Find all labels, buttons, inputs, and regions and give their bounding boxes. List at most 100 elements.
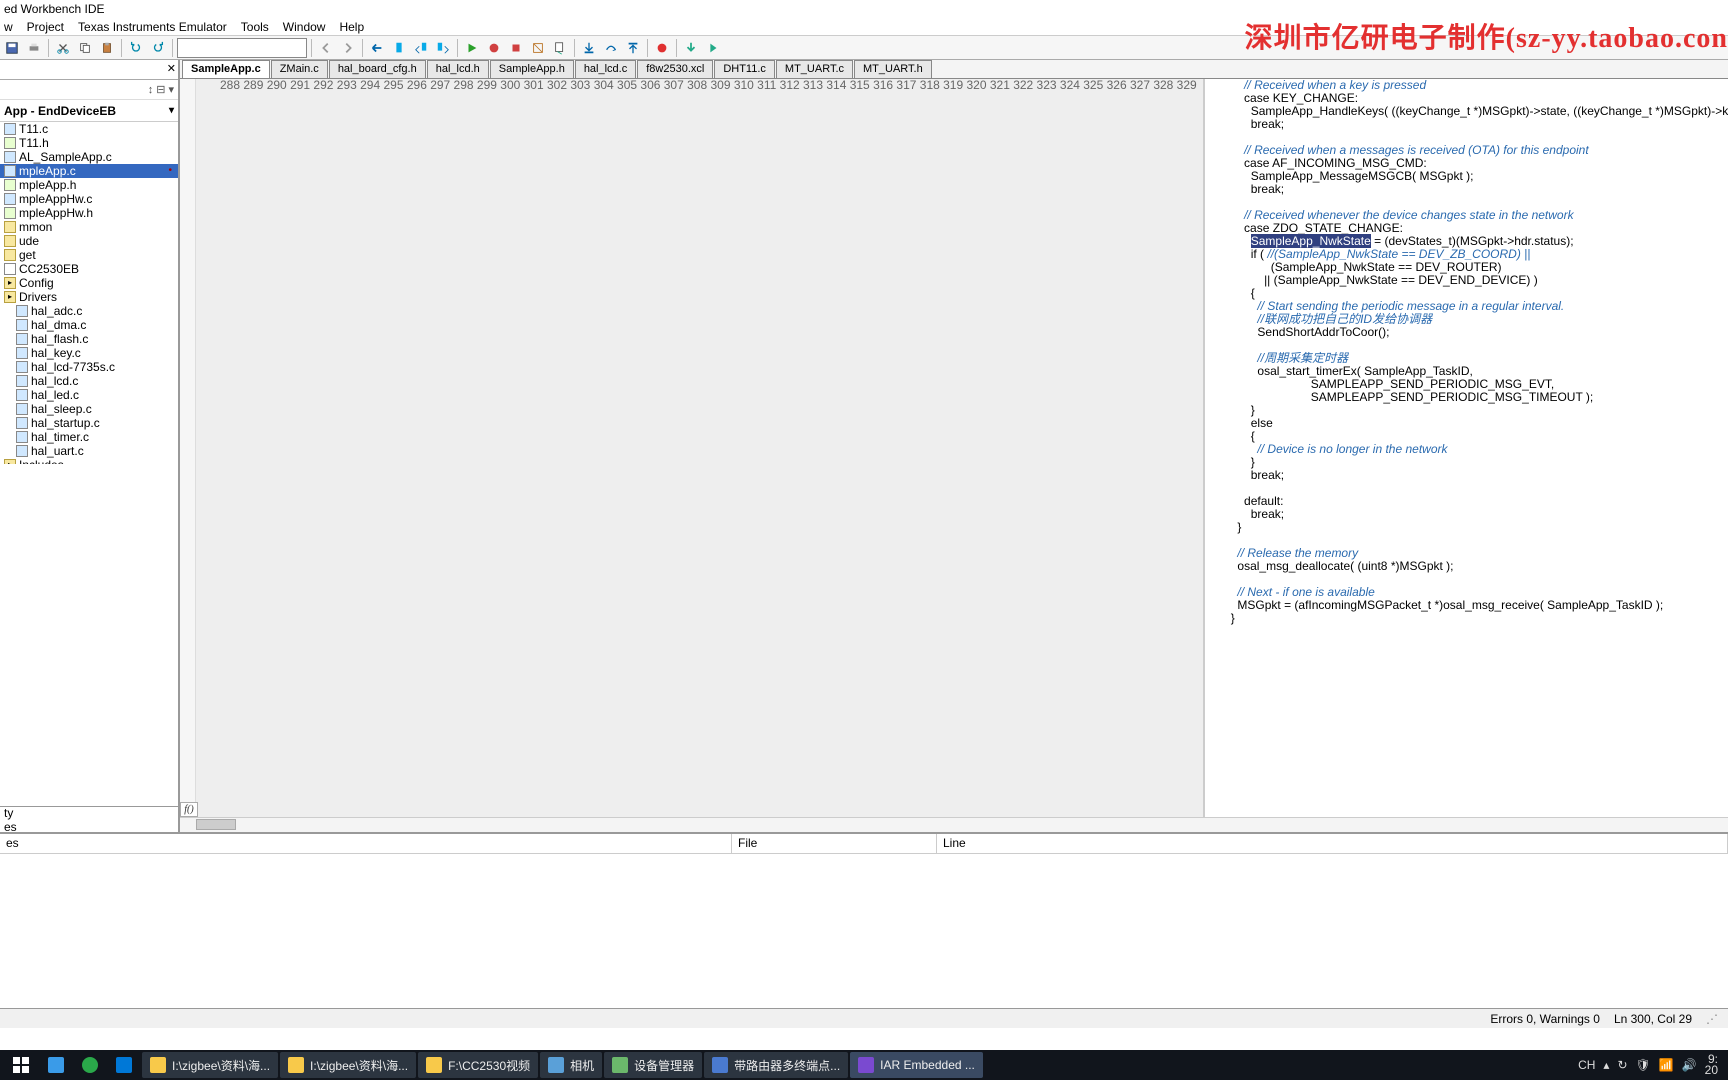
undo-button[interactable] [126, 38, 146, 58]
tray-vol-icon[interactable]: 🔊 [1682, 1058, 1697, 1072]
step-out-button[interactable] [623, 38, 643, 58]
debug-stop-button[interactable] [506, 38, 526, 58]
taskbar-pinned-2[interactable] [74, 1052, 106, 1078]
make-button[interactable] [528, 38, 548, 58]
taskbar-app[interactable]: F:\CC2530视频 [418, 1052, 538, 1078]
download-button[interactable] [681, 38, 701, 58]
tree-item[interactable]: mpleApp.c• [0, 164, 178, 178]
editor-tab[interactable]: f8w2530.xcl [637, 60, 713, 78]
save-button[interactable] [2, 38, 22, 58]
taskbar-pinned-1[interactable] [40, 1052, 72, 1078]
nav-back-button[interactable] [367, 38, 387, 58]
tree-item[interactable]: hal_startup.c [0, 416, 178, 430]
editor-tab[interactable]: SampleApp.c [182, 60, 270, 78]
tree-item[interactable]: T11.h [0, 136, 178, 150]
code-editor[interactable]: 288 289 290 291 292 293 294 295 296 297 … [180, 79, 1728, 817]
debug-go-button[interactable] [462, 38, 482, 58]
editor-tab[interactable]: ZMain.c [271, 60, 328, 78]
taskbar-app[interactable]: 设备管理器 [604, 1052, 702, 1078]
editor-tab[interactable]: hal_board_cfg.h [329, 60, 426, 78]
breakpoint-column[interactable] [180, 79, 196, 817]
tree-item[interactable]: hal_uart.c [0, 444, 178, 458]
expand-icon[interactable]: ▾ [168, 83, 174, 96]
menu-tools[interactable]: Tools [241, 18, 269, 35]
menu-w[interactable]: w [4, 18, 13, 35]
close-panel-icon[interactable]: ✕ [167, 62, 176, 75]
find-next-button[interactable] [338, 38, 358, 58]
code-content[interactable]: // Received when a key is pressed case K… [1205, 79, 1728, 817]
collapse-icon[interactable]: ⊟ [156, 83, 165, 96]
tree-item[interactable]: mpleAppHw.c [0, 192, 178, 206]
tray-sync-icon[interactable]: ↻ [1617, 1058, 1627, 1072]
taskbar-app[interactable]: 相机 [540, 1052, 602, 1078]
step-over-button[interactable] [601, 38, 621, 58]
redo-button[interactable] [148, 38, 168, 58]
tree-item[interactable]: ▸Config [0, 276, 178, 290]
editor-tab[interactable]: hal_lcd.h [427, 60, 489, 78]
tree-item[interactable]: CC2530EB [0, 262, 178, 276]
messages-body[interactable] [0, 854, 1728, 1008]
tree-item[interactable]: hal_lcd-7735s.c [0, 360, 178, 374]
tray-shield-icon[interactable]: 🛡 [1636, 1058, 1651, 1072]
taskbar-pinned-3[interactable] [108, 1052, 140, 1078]
tree-item[interactable]: mpleApp.h [0, 178, 178, 192]
workspace-panel: ✕ ↕ ⊟ ▾ App - EndDeviceEB ▾ T11.cT11.hAL… [0, 60, 180, 832]
bookmark-next-button[interactable] [433, 38, 453, 58]
tree-item[interactable]: hal_dma.c [0, 318, 178, 332]
editor-tab[interactable]: hal_lcd.c [575, 60, 636, 78]
taskbar-app[interactable]: I:\zigbee\资料\海... [142, 1052, 278, 1078]
tree-item[interactable]: ▸Drivers [0, 290, 178, 304]
compile-button[interactable] [550, 38, 570, 58]
tree-item[interactable]: hal_lcd.c [0, 374, 178, 388]
menu-texas-instruments-emulator[interactable]: Texas Instruments Emulator [78, 18, 227, 35]
tree-item[interactable]: hal_timer.c [0, 430, 178, 444]
watermark-text: 深圳市亿研电子制作(sz-yy.taobao.con [1245, 16, 1728, 56]
menu-help[interactable]: Help [339, 18, 364, 35]
tree-item[interactable]: mmon [0, 220, 178, 234]
tray-clock[interactable]: 9:20 [1705, 1054, 1718, 1076]
editor-tab[interactable]: SampleApp.h [490, 60, 574, 78]
bookmark-toggle-button[interactable] [389, 38, 409, 58]
editor-tab[interactable]: MT_UART.h [854, 60, 932, 78]
tree-item[interactable]: hal_led.c [0, 388, 178, 402]
tray-net-icon[interactable]: 📶 [1659, 1058, 1674, 1072]
taskbar-app[interactable]: I:\zigbee\资料\海... [280, 1052, 416, 1078]
start-button[interactable] [4, 1052, 38, 1078]
system-tray[interactable]: CH ▴ ↻ 🛡 📶 🔊 9:20 [1578, 1054, 1724, 1076]
breakpoint-button[interactable] [652, 38, 672, 58]
menu-window[interactable]: Window [283, 18, 326, 35]
tree-item[interactable]: hal_sleep.c [0, 402, 178, 416]
tray-up-icon[interactable]: ▴ [1603, 1058, 1609, 1072]
menu-project[interactable]: Project [27, 18, 64, 35]
editor-tab[interactable]: DHT11.c [714, 60, 775, 78]
tree-item[interactable]: ude [0, 234, 178, 248]
taskbar-app[interactable]: 带路由器多终端点... [704, 1052, 848, 1078]
tree-item[interactable]: get [0, 248, 178, 262]
tree-item[interactable]: mpleAppHw.h [0, 206, 178, 220]
tree-item[interactable]: hal_key.c [0, 346, 178, 360]
copy-button[interactable] [75, 38, 95, 58]
tree-item[interactable]: hal_flash.c [0, 332, 178, 346]
line-gutter: 288 289 290 291 292 293 294 295 296 297 … [196, 79, 1205, 817]
debug-start-button[interactable] [703, 38, 723, 58]
function-overview-icon[interactable]: f() [180, 802, 198, 817]
paste-button[interactable] [97, 38, 117, 58]
tree-item[interactable]: AL_SampleApp.c [0, 150, 178, 164]
search-dropdown[interactable] [177, 38, 307, 58]
messages-header: es File Line [0, 834, 1728, 854]
horizontal-scrollbar[interactable] [180, 817, 1728, 832]
print-button[interactable] [24, 38, 44, 58]
tree-item[interactable]: hal_adc.c [0, 304, 178, 318]
debug-break-button[interactable] [484, 38, 504, 58]
bookmark-prev-button[interactable] [411, 38, 431, 58]
project-tree[interactable]: T11.cT11.hAL_SampleApp.cmpleApp.c•mpleAp… [0, 122, 178, 464]
tree-item[interactable]: T11.c [0, 122, 178, 136]
cut-button[interactable] [53, 38, 73, 58]
step-into-button[interactable] [579, 38, 599, 58]
taskbar-app[interactable]: IAR Embedded ... [850, 1052, 983, 1078]
find-prev-button[interactable] [316, 38, 336, 58]
project-selector[interactable]: App - EndDeviceEB ▾ [0, 100, 178, 122]
editor-tab[interactable]: MT_UART.c [776, 60, 853, 78]
sort-icon[interactable]: ↕ [148, 84, 154, 96]
tray-lang[interactable]: CH [1578, 1058, 1595, 1072]
